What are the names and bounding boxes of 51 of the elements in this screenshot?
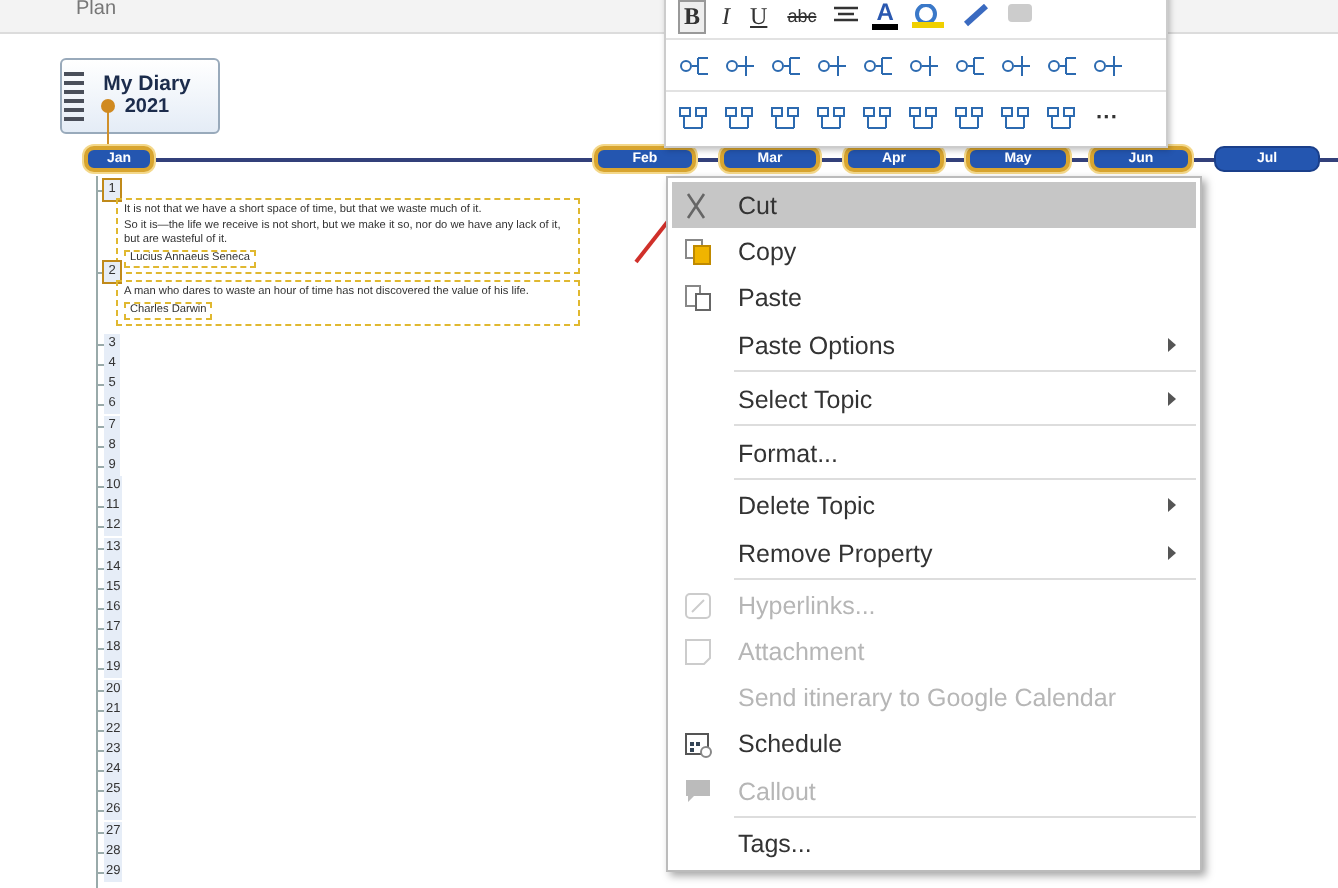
- connector-line: [100, 98, 116, 146]
- menu-item[interactable]: Tags...: [672, 820, 1196, 866]
- format-button[interactable]: I: [718, 1, 735, 31]
- spiral-binding-icon: [64, 72, 84, 124]
- format-button[interactable]: abc: [783, 6, 821, 26]
- layout-icon[interactable]: [770, 51, 802, 79]
- layout-icon[interactable]: [724, 51, 756, 79]
- layout-icon[interactable]: [724, 103, 756, 131]
- align-icon[interactable]: [832, 6, 861, 26]
- layout-icon[interactable]: [816, 103, 848, 131]
- format-button[interactable]: B: [678, 0, 707, 33]
- layout-icon[interactable]: [862, 103, 894, 131]
- topic-year: 2021: [124, 96, 170, 120]
- format-button[interactable]: U: [746, 1, 772, 31]
- menu-item[interactable]: Delete Topic: [672, 482, 1196, 528]
- attachment-icon: [684, 637, 712, 665]
- layout-icon[interactable]: [1092, 51, 1124, 79]
- layout-icon[interactable]: [908, 51, 940, 79]
- speech-bubble-icon: [684, 777, 712, 805]
- menu-item[interactable]: Paste: [672, 274, 1196, 320]
- layout-icon[interactable]: [770, 103, 802, 131]
- topic-title: My Diary: [103, 72, 191, 96]
- layout-icon[interactable]: [954, 103, 986, 131]
- layout-icon[interactable]: [1000, 51, 1032, 79]
- fill-color-icon[interactable]: [909, 4, 946, 28]
- tab-label[interactable]: Plan: [76, 0, 117, 20]
- layout-icon[interactable]: [678, 51, 710, 79]
- scissors-icon: [684, 191, 708, 219]
- quote-topic[interactable]: [116, 198, 580, 274]
- layout-icon[interactable]: [1000, 103, 1032, 131]
- layout-icon[interactable]: [862, 51, 894, 79]
- submenu-arrow-icon: [1168, 546, 1176, 560]
- layout-icon[interactable]: [816, 51, 848, 79]
- font-color-button[interactable]: A: [872, 2, 898, 30]
- calendar-icon: [684, 729, 712, 757]
- paste-icon: [684, 283, 712, 311]
- menu-item[interactable]: Copy: [672, 228, 1196, 274]
- layout-icon[interactable]: [908, 103, 940, 131]
- layout-icon[interactable]: [1046, 51, 1078, 79]
- copy-icon: [684, 237, 712, 265]
- link-icon: [684, 591, 712, 619]
- menu-item[interactable]: Cut: [672, 182, 1196, 228]
- submenu-arrow-icon: [1168, 498, 1176, 512]
- submenu-arrow-icon: [1168, 392, 1176, 406]
- more-button[interactable]: ···: [1092, 105, 1122, 129]
- layout-icon[interactable]: [954, 51, 986, 79]
- layout-icon[interactable]: [1046, 103, 1078, 131]
- root-topic[interactable]: My Diary 2021: [60, 58, 220, 134]
- submenu-arrow-icon: [1168, 338, 1176, 352]
- layout-icon[interactable]: [678, 103, 710, 131]
- menu-item[interactable]: Schedule: [672, 720, 1196, 766]
